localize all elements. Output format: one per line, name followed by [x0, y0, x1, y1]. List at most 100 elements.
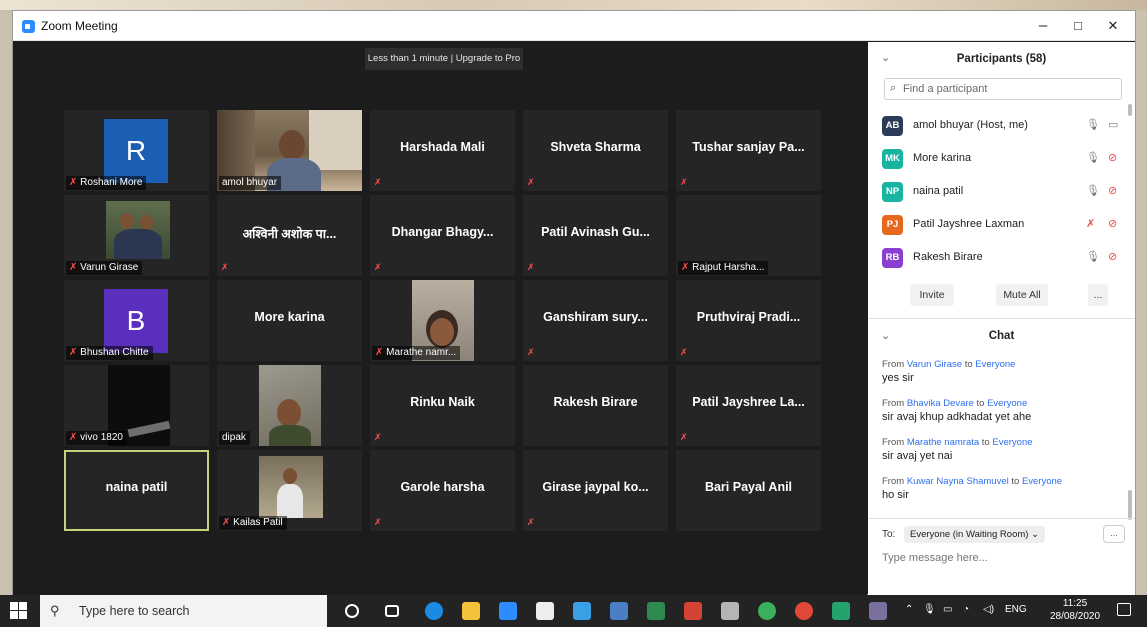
video-tile[interactable]: B ✗ Bhushan Chitte [64, 280, 209, 361]
microphone-icon[interactable]: 🎙 [1086, 184, 1100, 197]
store-icon[interactable] [536, 602, 554, 620]
taskbar-clock[interactable]: 11:25 28/08/2020 [1049, 597, 1101, 623]
video-tile[interactable]: More karina [217, 280, 362, 361]
video-tile[interactable]: dipak [217, 365, 362, 446]
video-tile[interactable]: R ✗ Roshani More [64, 110, 209, 191]
recipient-name[interactable]: Everyone [992, 437, 1032, 448]
participant-row[interactable]: AB amol bhuyar (Host, me) 🎙 ▭ [868, 110, 1128, 142]
chat-scrollbar[interactable] [1128, 490, 1132, 520]
microphone-tray-icon[interactable]: 🎙 [923, 604, 936, 615]
video-tile[interactable]: Pruthviraj Pradi... ✗ [676, 280, 821, 361]
microphone-muted-icon[interactable]: ✗ [1086, 217, 1095, 230]
participant-name: Patil Jayshree Laxman [913, 218, 1025, 230]
participant-avatar: PJ [882, 215, 903, 235]
participant-row[interactable]: NP naina patil 🎙 ⊘ [868, 176, 1128, 208]
app-icon[interactable] [869, 602, 887, 620]
chat-more-button[interactable]: ... [1103, 525, 1125, 543]
mail-icon[interactable] [573, 602, 591, 620]
recipient-name[interactable]: Everyone [1022, 476, 1062, 487]
participants-title: Participants (58) [956, 53, 1047, 65]
recording-banner[interactable]: Less than 1 minute | Upgrade to Pro [365, 48, 523, 70]
powerpoint-icon[interactable] [684, 602, 702, 620]
video-tile[interactable]: Harshada Mali ✗ [370, 110, 515, 191]
participant-name: Pruthviraj Pradi... [696, 310, 801, 324]
tray-chevron-icon[interactable]: ⌃ [905, 604, 913, 615]
participants-scrollbar[interactable] [1128, 104, 1132, 116]
video-tile[interactable]: amol bhuyar [217, 110, 362, 191]
microphone-icon[interactable]: 🎙 [1086, 151, 1100, 164]
video-tile[interactable]: Patil Avinash Gu... ✗ [523, 195, 668, 276]
video-tile[interactable]: Dhangar Bhagy... ✗ [370, 195, 515, 276]
task-view-icon[interactable] [385, 605, 399, 617]
microphone-icon[interactable]: 🎙 [1086, 118, 1100, 131]
video-tile[interactable]: Rakesh Birare [523, 365, 668, 446]
participant-row[interactable]: PJ Patil Jayshree Laxman ✗ ⊘ [868, 209, 1128, 241]
camera-off-icon[interactable]: ⊘ [1108, 151, 1117, 164]
participant-name: Bhushan Chitte [80, 347, 149, 358]
search-icon: ⌕ [890, 82, 897, 94]
microphone-muted-icon: ✗ [680, 432, 688, 442]
video-tile[interactable]: ✗ Kailas Patil [217, 450, 362, 531]
video-tile[interactable]: ✗ Marathe namr... [370, 280, 515, 361]
microphone-icon[interactable]: 🎙 [1086, 250, 1100, 263]
edge-icon[interactable] [425, 602, 443, 620]
word-icon[interactable] [610, 602, 628, 620]
notification-icon[interactable] [1117, 603, 1131, 616]
video-tile[interactable]: अश्विनी अशोक पा... ✗ [217, 195, 362, 276]
close-button[interactable]: ✕ [1098, 15, 1128, 37]
message-text: sir avaj khup adkhadat yet ahe [882, 411, 1032, 423]
video-tile[interactable]: Garole harsha ✗ [370, 450, 515, 531]
participant-row[interactable]: MK More karina 🎙 ⊘ [868, 143, 1128, 175]
video-tile[interactable]: Girase jaypal ko... ✗ [523, 450, 668, 531]
app-icon[interactable] [758, 602, 776, 620]
recipient-name[interactable]: Everyone [975, 359, 1015, 370]
camera-off-icon[interactable]: ⊘ [1108, 250, 1117, 263]
sender-name[interactable]: Marathe namrata [907, 437, 979, 448]
file-explorer-icon[interactable] [462, 602, 480, 620]
participant-search-input[interactable]: ⌕ Find a participant [884, 78, 1122, 100]
recipient-name[interactable]: Everyone [987, 398, 1027, 409]
participant-row[interactable]: RB Rakesh Birare 🎙 ⊘ [868, 242, 1128, 274]
app-icon[interactable] [721, 602, 739, 620]
chat-input[interactable]: Type message here... [882, 552, 988, 564]
cortana-icon[interactable] [345, 604, 359, 618]
recipient-dropdown[interactable]: Everyone (in Waiting Room) ⌄ [904, 526, 1046, 543]
sender-name[interactable]: Kuwar Nayna Shamuvel [907, 476, 1009, 487]
sender-name[interactable]: Bhavika Devare [907, 398, 974, 409]
video-tile[interactable]: Tushar sanjay Pa... ✗ [676, 110, 821, 191]
app-icon[interactable] [832, 602, 850, 620]
excel-icon[interactable] [647, 602, 665, 620]
video-tile[interactable]: ✗ vivo 1820 [64, 365, 209, 446]
maximize-button[interactable]: □ [1063, 15, 1093, 37]
app-icon[interactable] [795, 602, 813, 620]
minimize-button[interactable]: – [1028, 15, 1058, 37]
video-tile[interactable]: Ganshiram sury... ✗ [523, 280, 668, 361]
microphone-muted-icon: ✗ [374, 517, 382, 527]
camera-icon[interactable]: ▭ [1108, 118, 1118, 131]
wifi-icon[interactable]: ◔ [963, 604, 969, 615]
windows-start-icon[interactable] [10, 602, 27, 619]
message-text: sir avaj yet nai [882, 450, 953, 462]
clock-time: 11:25 [1062, 598, 1088, 609]
taskbar-search-box[interactable]: ⚲ Type here to search [40, 595, 327, 627]
more-options-button[interactable]: ... [1088, 284, 1108, 306]
zoom-taskbar-icon[interactable] [499, 602, 517, 620]
volume-icon[interactable]: ◁) [983, 604, 994, 615]
video-tile[interactable]: Patil Jayshree La... ✗ [676, 365, 821, 446]
camera-off-icon[interactable]: ⊘ [1108, 184, 1117, 197]
tile-label: amol bhuyar [219, 176, 282, 190]
video-tile[interactable]: ✗ Varun Girase [64, 195, 209, 276]
video-tile[interactable]: Rinku Naik ✗ [370, 365, 515, 446]
invite-button[interactable]: Invite [910, 284, 954, 306]
video-tile[interactable]: Bari Payal Anil [676, 450, 821, 531]
search-icon: ⚲ [50, 603, 60, 618]
language-indicator[interactable]: ENG [1005, 604, 1027, 615]
camera-off-icon[interactable]: ⊘ [1108, 217, 1117, 230]
video-tile-active-speaker[interactable]: naina patil [64, 450, 209, 531]
video-tile[interactable]: Shveta Sharma ✗ [523, 110, 668, 191]
video-tile[interactable]: ✗ Rajput Harsha... [676, 195, 821, 276]
participant-name: Harshada Mali [400, 140, 485, 154]
mute-all-button[interactable]: Mute All [996, 284, 1048, 306]
battery-icon[interactable]: ▭ [943, 604, 952, 615]
sender-name[interactable]: Varun Girase [907, 359, 962, 370]
